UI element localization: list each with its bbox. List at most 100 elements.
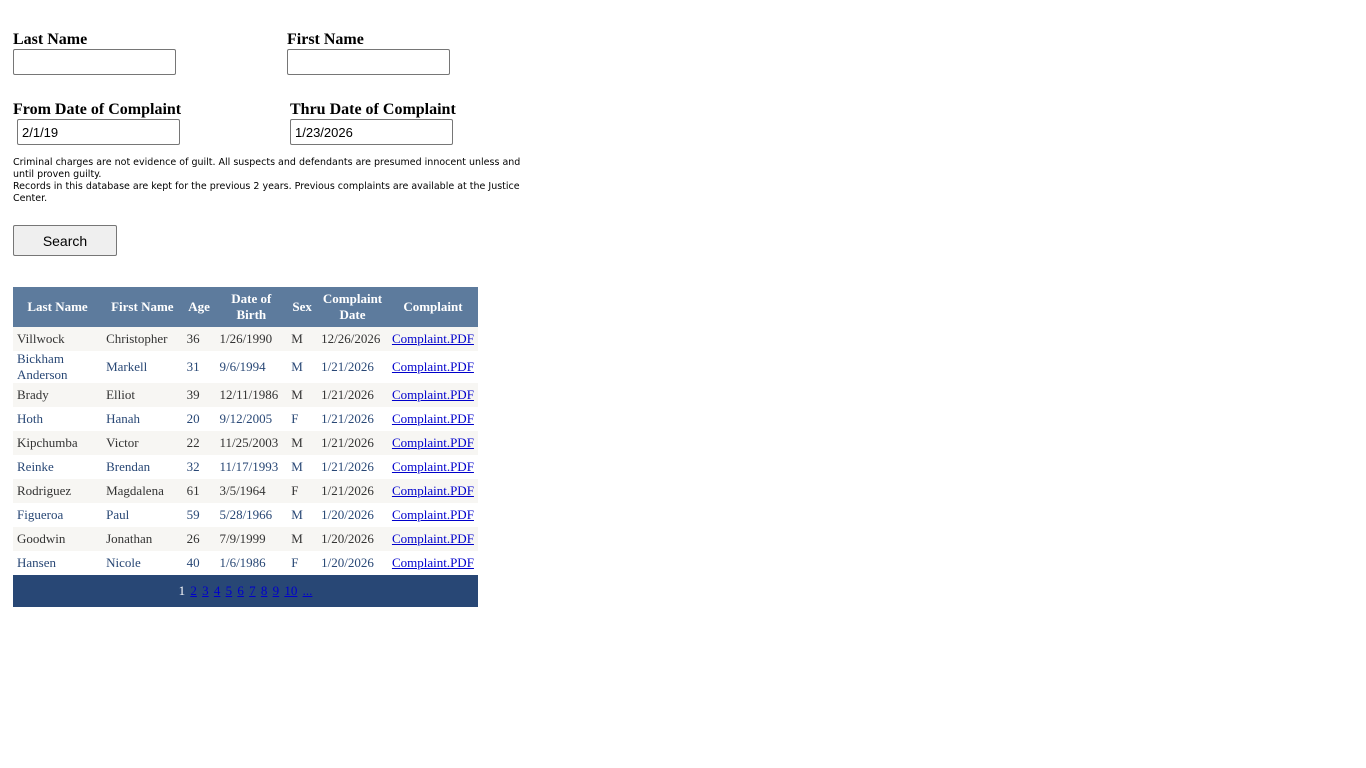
cell-date-of-birth: 9/12/2005 bbox=[215, 407, 288, 431]
table-row: Hansen Nicole 40 1/6/1986 F 1/20/2026 Co… bbox=[13, 551, 478, 575]
cell-sex: M bbox=[287, 431, 318, 455]
disclaimer-retention: Records in this database are kept for th… bbox=[13, 181, 520, 204]
pager-link[interactable]: 4 bbox=[214, 583, 221, 598]
cell-complaint-date: 1/20/2026 bbox=[317, 503, 388, 527]
from-date-input[interactable] bbox=[17, 119, 180, 145]
cell-complaint: Complaint.PDF bbox=[387, 503, 478, 527]
cell-last-name: Figueroa bbox=[13, 503, 103, 527]
disclaimer: Criminal charges are not evidence of gui… bbox=[13, 157, 533, 205]
cell-complaint: Complaint.PDF bbox=[387, 327, 478, 351]
cell-age: 61 bbox=[182, 479, 216, 503]
cell-last-name: Bickham Anderson bbox=[13, 351, 103, 383]
cell-age: 26 bbox=[182, 527, 216, 551]
complaint-pdf-link[interactable]: Complaint.PDF bbox=[392, 555, 474, 570]
first-name-label: First Name bbox=[287, 31, 364, 48]
cell-complaint-date: 1/21/2026 bbox=[317, 479, 388, 503]
table-row: Brady Elliot 39 12/11/1986 M 1/21/2026 C… bbox=[13, 383, 478, 407]
cell-complaint: Complaint.PDF bbox=[387, 479, 478, 503]
header-date-of-birth: Date of Birth bbox=[215, 287, 288, 327]
cell-first-name: Magdalena bbox=[102, 479, 183, 503]
pager-row: 1 2 3 4 5 6 7 8 9 10 ... bbox=[13, 575, 478, 607]
cell-age: 20 bbox=[182, 407, 216, 431]
cell-age: 32 bbox=[182, 455, 216, 479]
table-row: Villwock Christopher 36 1/26/1990 M 12/2… bbox=[13, 327, 478, 351]
complaint-pdf-link[interactable]: Complaint.PDF bbox=[392, 507, 474, 522]
pager-more-link[interactable]: ... bbox=[303, 583, 313, 598]
cell-first-name: Elliot bbox=[102, 383, 183, 407]
cell-first-name: Nicole bbox=[102, 551, 183, 575]
table-row: Hoth Hanah 20 9/12/2005 F 1/21/2026 Comp… bbox=[13, 407, 478, 431]
results-table: Last Name First Name Age Date of Birth S… bbox=[13, 287, 478, 607]
pager: 1 2 3 4 5 6 7 8 9 10 ... bbox=[13, 575, 478, 607]
cell-last-name: Rodriguez bbox=[13, 479, 103, 503]
pager-link[interactable]: 7 bbox=[249, 583, 256, 598]
cell-first-name: Hanah bbox=[102, 407, 183, 431]
cell-sex: M bbox=[287, 527, 318, 551]
pager-link[interactable]: 8 bbox=[261, 583, 268, 598]
cell-complaint: Complaint.PDF bbox=[387, 351, 478, 383]
cell-age: 22 bbox=[182, 431, 216, 455]
pager-link[interactable]: 5 bbox=[226, 583, 233, 598]
cell-date-of-birth: 1/6/1986 bbox=[215, 551, 288, 575]
table-row: Figueroa Paul 59 5/28/1966 M 1/20/2026 C… bbox=[13, 503, 478, 527]
pager-link[interactable]: 2 bbox=[190, 583, 197, 598]
cell-age: 39 bbox=[182, 383, 216, 407]
cell-complaint-date: 1/21/2026 bbox=[317, 407, 388, 431]
from-date-label: From Date of Complaint bbox=[13, 101, 182, 118]
disclaimer-presumption: Criminal charges are not evidence of gui… bbox=[13, 157, 521, 180]
cell-date-of-birth: 1/26/1990 bbox=[215, 327, 288, 351]
cell-complaint: Complaint.PDF bbox=[387, 383, 478, 407]
header-last-name: Last Name bbox=[13, 287, 103, 327]
complaint-pdf-link[interactable]: Complaint.PDF bbox=[392, 531, 474, 546]
cell-first-name: Christopher bbox=[102, 327, 183, 351]
complaint-pdf-link[interactable]: Complaint.PDF bbox=[392, 411, 474, 426]
cell-date-of-birth: 12/11/1986 bbox=[215, 383, 288, 407]
header-complaint: Complaint bbox=[387, 287, 478, 327]
complaint-pdf-link[interactable]: Complaint.PDF bbox=[392, 483, 474, 498]
cell-age: 40 bbox=[182, 551, 216, 575]
cell-date-of-birth: 7/9/1999 bbox=[215, 527, 288, 551]
cell-sex: M bbox=[287, 455, 318, 479]
first-name-input[interactable] bbox=[287, 49, 450, 75]
cell-sex: M bbox=[287, 351, 318, 383]
cell-date-of-birth: 11/17/1993 bbox=[215, 455, 288, 479]
pager-link[interactable]: 3 bbox=[202, 583, 209, 598]
cell-complaint-date: 12/26/2026 bbox=[317, 327, 388, 351]
cell-age: 31 bbox=[182, 351, 216, 383]
table-header-row: Last Name First Name Age Date of Birth S… bbox=[13, 287, 478, 327]
last-name-label: Last Name bbox=[13, 31, 88, 48]
cell-sex: F bbox=[287, 479, 318, 503]
cell-last-name: Goodwin bbox=[13, 527, 103, 551]
pager-link[interactable]: 9 bbox=[273, 583, 280, 598]
complaint-pdf-link[interactable]: Complaint.PDF bbox=[392, 435, 474, 450]
pager-link[interactable]: 10 bbox=[284, 583, 297, 598]
pager-link[interactable]: 6 bbox=[237, 583, 244, 598]
thru-date-input[interactable] bbox=[290, 119, 453, 145]
cell-complaint-date: 1/20/2026 bbox=[317, 527, 388, 551]
last-name-input[interactable] bbox=[13, 49, 176, 75]
cell-last-name: Brady bbox=[13, 383, 103, 407]
cell-complaint-date: 1/21/2026 bbox=[317, 351, 388, 383]
cell-sex: M bbox=[287, 503, 318, 527]
table-row: Reinke Brendan 32 11/17/1993 M 1/21/2026… bbox=[13, 455, 478, 479]
cell-complaint-date: 1/21/2026 bbox=[317, 383, 388, 407]
cell-sex: M bbox=[287, 383, 318, 407]
cell-first-name: Jonathan bbox=[102, 527, 183, 551]
cell-sex: F bbox=[287, 407, 318, 431]
cell-complaint: Complaint.PDF bbox=[387, 455, 478, 479]
cell-last-name: Villwock bbox=[13, 327, 103, 351]
table-row: Bickham Anderson Markell 31 9/6/1994 M 1… bbox=[13, 351, 478, 383]
cell-complaint: Complaint.PDF bbox=[387, 431, 478, 455]
complaint-pdf-link[interactable]: Complaint.PDF bbox=[392, 387, 474, 402]
search-button[interactable]: Search bbox=[13, 225, 117, 256]
table-row: Goodwin Jonathan 26 7/9/1999 M 1/20/2026… bbox=[13, 527, 478, 551]
cell-complaint: Complaint.PDF bbox=[387, 527, 478, 551]
complaint-pdf-link[interactable]: Complaint.PDF bbox=[392, 359, 474, 374]
complaint-pdf-link[interactable]: Complaint.PDF bbox=[392, 459, 474, 474]
cell-sex: M bbox=[287, 327, 318, 351]
cell-complaint: Complaint.PDF bbox=[387, 407, 478, 431]
cell-date-of-birth: 11/25/2003 bbox=[215, 431, 288, 455]
header-age: Age bbox=[182, 287, 216, 327]
complaint-pdf-link[interactable]: Complaint.PDF bbox=[392, 331, 474, 346]
header-sex: Sex bbox=[287, 287, 318, 327]
